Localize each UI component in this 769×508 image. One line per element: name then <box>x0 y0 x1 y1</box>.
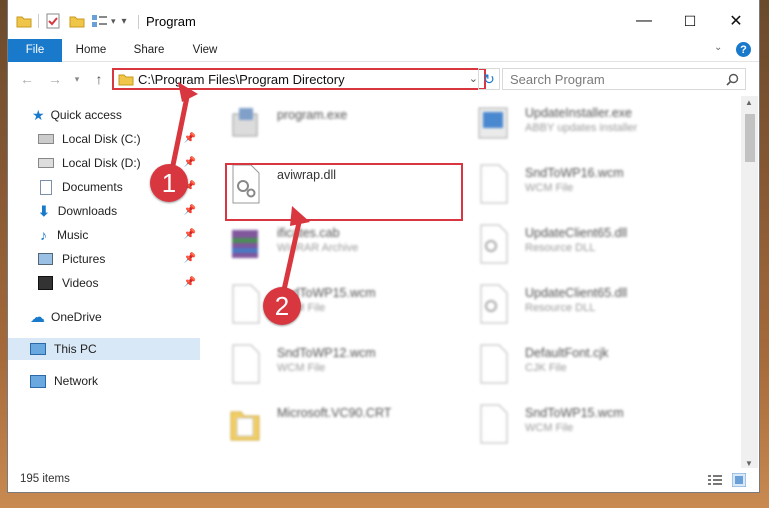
step-one-badge: 1 <box>150 164 188 202</box>
step-two-badge: 2 <box>263 287 301 325</box>
annotation-arrows <box>169 82 310 291</box>
